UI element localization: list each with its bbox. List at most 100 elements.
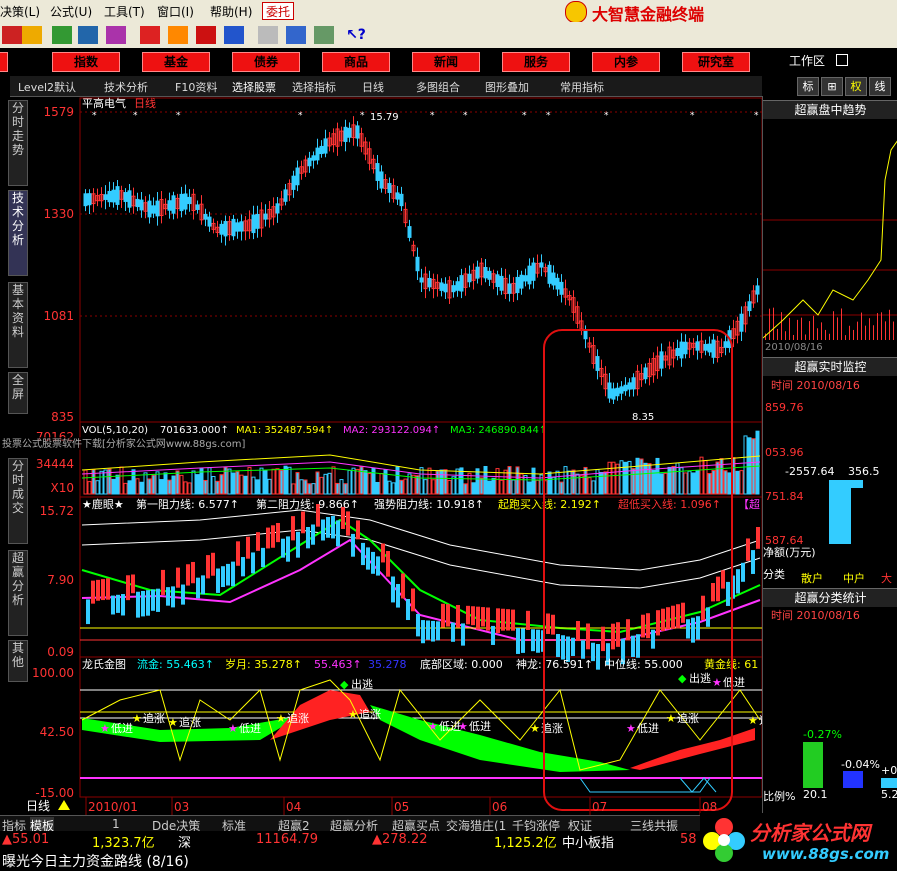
vol-bar: [487, 480, 492, 495]
toolbar-icon-6[interactable]: [140, 26, 160, 44]
btab-1[interactable]: 1: [112, 817, 120, 831]
nav-news[interactable]: 新闻: [412, 52, 480, 72]
marker-dot: *: [690, 111, 695, 121]
marker-dot: *: [604, 111, 609, 121]
dy-bar: [551, 614, 555, 635]
workarea-label[interactable]: 工作区: [789, 52, 825, 69]
vol-bar: [299, 479, 304, 495]
nav-service[interactable]: 服务: [502, 52, 570, 72]
tab-daily[interactable]: 日线: [362, 79, 384, 95]
site-logo: 分析家公式网 www.88gs.com: [700, 813, 897, 869]
toolbar-icon-1[interactable]: [2, 26, 22, 44]
trend-bar: [789, 317, 790, 340]
tab-common-indicators[interactable]: 常用指标: [560, 79, 604, 95]
toolbar-icon-2[interactable]: [22, 26, 42, 44]
period-triangle-icon[interactable]: [58, 800, 70, 810]
dy-bar: [346, 511, 350, 536]
tab-select-stock[interactable]: 选择股票: [232, 79, 276, 95]
toolbar-icon-3[interactable]: [52, 26, 72, 44]
vol-bar: [507, 466, 512, 495]
menu-formula[interactable]: 公式(U): [50, 3, 92, 20]
tab-multi-chart[interactable]: 多图组合: [416, 79, 460, 95]
rtab-grid[interactable]: ⊞: [821, 77, 843, 96]
toolbar-icon-8[interactable]: [196, 26, 216, 44]
vol-bar: [95, 480, 100, 495]
nav-research[interactable]: 研究室: [682, 52, 750, 72]
entrust-button[interactable]: 委托: [262, 2, 295, 20]
status-text[interactable]: 曝光今日主力资金路线 (8/16): [2, 851, 189, 871]
dy-bar: [506, 609, 510, 631]
dy-bar: [296, 531, 300, 558]
tab-overlay[interactable]: 图形叠加: [485, 79, 529, 95]
vol-ma1: MA1: 352487.594↑: [236, 425, 333, 436]
menu-window[interactable]: 窗口(I): [157, 3, 194, 20]
dy-resist-2: [81, 529, 761, 589]
candle-body: [347, 127, 352, 138]
trend-bar: [781, 312, 782, 340]
candle-body: [739, 313, 744, 332]
dy-line5: 超低买入线: 1.096↑: [618, 497, 721, 511]
menu-help[interactable]: 帮助(H): [210, 3, 252, 20]
x-label: 2010/01: [88, 800, 138, 814]
ratio-label: 比例%: [763, 790, 796, 803]
toolbar-icon-12[interactable]: [314, 26, 334, 44]
signal-icon: ★: [100, 722, 110, 735]
toolbar-icon-11[interactable]: [286, 26, 306, 44]
signal-icon: ★: [626, 722, 636, 735]
tab-technical[interactable]: 技术分析: [104, 79, 148, 95]
nav-fund[interactable]: 基金: [142, 52, 210, 72]
nav-commodity[interactable]: 商品: [322, 52, 390, 72]
dy-bar: [271, 525, 275, 548]
rtab-line[interactable]: 线: [869, 77, 891, 96]
dy-bar: [691, 617, 695, 643]
nav-insider[interactable]: 内参: [592, 52, 660, 72]
vol-bar: [175, 470, 180, 495]
marker-dot: *: [522, 111, 527, 121]
vol-bar: [147, 478, 152, 495]
menu-tools[interactable]: 工具(T): [104, 3, 145, 20]
dy-bar: [456, 605, 460, 628]
vol-bar: [559, 481, 564, 495]
dy-bar: [281, 538, 285, 558]
nav-index[interactable]: 指数: [52, 52, 120, 72]
dy-bar: [721, 570, 725, 589]
vol-bar: [383, 469, 388, 495]
dy-bar: [671, 605, 675, 629]
lg-y-1: 100.00: [32, 666, 74, 680]
analysis-tab-row: Level2默认 技术分析 F10资料 选择股票 选择指标 日线 多图组合 图形…: [10, 76, 762, 97]
tab-f10[interactable]: F10资料: [175, 79, 217, 95]
pct-retail: -0.27%: [803, 728, 842, 741]
tab-level2[interactable]: Level2默认: [18, 79, 76, 95]
candle-body: [223, 221, 228, 237]
lg-f7: 中位线: 55.000: [604, 657, 683, 671]
vol-bar: [351, 467, 356, 495]
tab-select-indicator[interactable]: 选择指标: [292, 79, 336, 95]
dy-bar: [406, 599, 410, 621]
vol-bar: [603, 471, 608, 495]
toolbar-icon-4[interactable]: [78, 26, 98, 44]
kline-candles: [83, 116, 760, 404]
candle-body: [415, 256, 420, 272]
toolbar-icon-7[interactable]: [168, 26, 188, 44]
y-label-835: 835: [51, 410, 74, 424]
vol-ma3: MA3: 246890.844↑: [450, 425, 547, 436]
workarea-close-icon[interactable]: [836, 54, 848, 66]
nav-bond[interactable]: 债券: [232, 52, 300, 72]
toolbar-icon-5[interactable]: [106, 26, 126, 44]
dy-bar: [706, 607, 710, 627]
toolbar-icon-10[interactable]: [258, 26, 278, 44]
stock-chart[interactable]: * * * * * * * * * * * * 平高电气 日线 15.79 8.35 1579 133…: [0, 96, 762, 816]
signal-icon: ★: [348, 708, 358, 721]
toolbar-icon-9[interactable]: [224, 26, 244, 44]
candle-body: [675, 348, 680, 356]
period-label: 日线: [134, 96, 156, 110]
signal-icon: ★: [276, 712, 286, 725]
nav-stock[interactable]: 股: [0, 52, 8, 72]
trend-bar: [877, 313, 878, 340]
rtab-mark[interactable]: 标: [797, 77, 819, 96]
help-cursor-icon[interactable]: ↖?: [346, 26, 366, 44]
rtab-weight[interactable]: 权: [845, 77, 867, 96]
menu-decision[interactable]: 决策(L): [0, 3, 40, 20]
vol-bar: [119, 466, 124, 495]
marker-dot: *: [463, 111, 468, 121]
